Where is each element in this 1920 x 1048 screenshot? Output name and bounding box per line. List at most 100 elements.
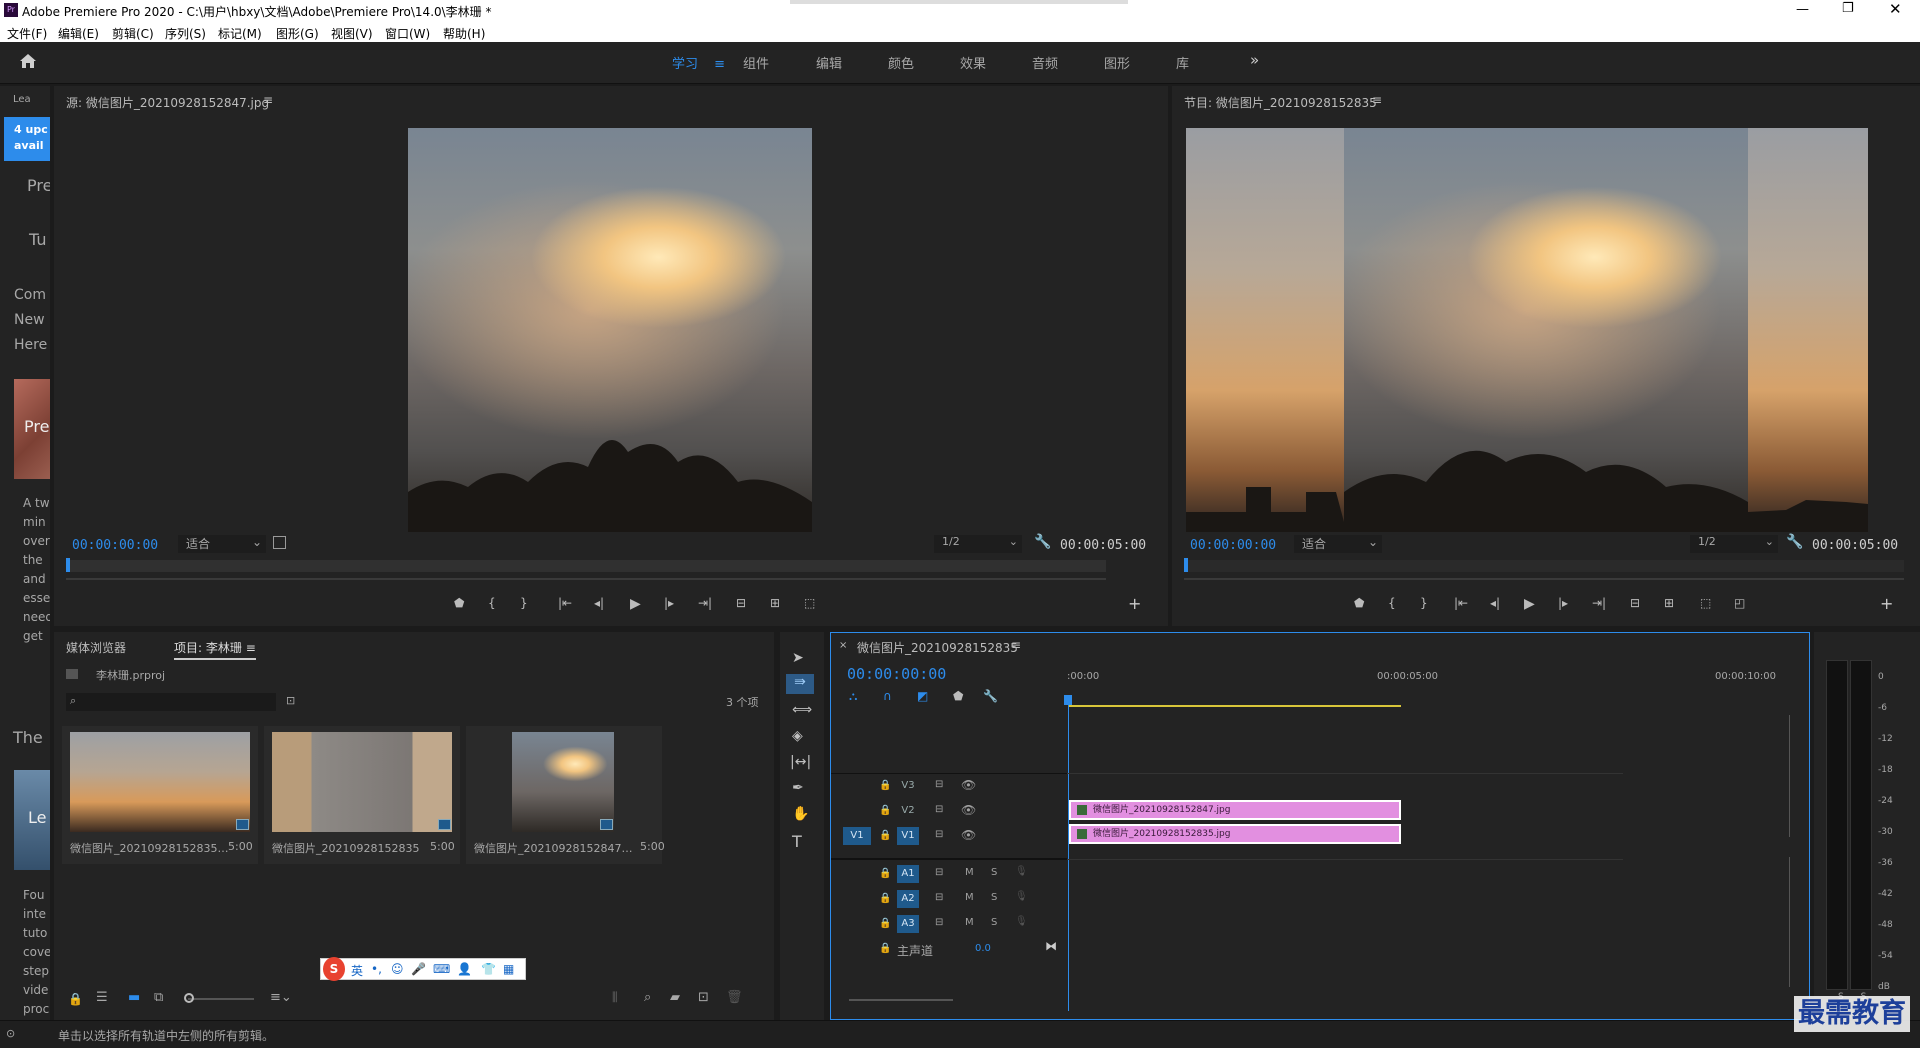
freeform-view-button[interactable]: ⧉ [154,990,163,1005]
microphone-icon[interactable]: 🎙 [1015,866,1028,877]
track-target-a3[interactable]: A3 [897,915,919,933]
menu-window[interactable]: 窗口(W) [385,25,430,42]
tab-learn[interactable]: 学习 ≡ [672,53,725,72]
solo-button[interactable]: S [991,917,997,928]
solo-button[interactable]: S [991,867,997,878]
overwrite-button[interactable]: ⊞ [770,596,780,610]
ime-emoji[interactable]: ☺ [391,962,404,976]
timeline-clip-v1[interactable]: 微信图片_20210928152835.jpg [1069,824,1401,844]
wrench-icon[interactable]: 🔧 [983,689,998,703]
clear-button[interactable]: 🗑 [726,990,743,1005]
sync-lock-icon[interactable]: ⊟ [935,829,943,840]
add-button[interactable]: + [1128,594,1141,613]
playhead-line[interactable] [1068,695,1069,1011]
sync-lock-icon[interactable]: ⊟ [935,917,943,928]
program-ratio-dropdown[interactable]: 1/2 ⌄ [1690,535,1778,553]
playhead-icon[interactable] [1064,695,1072,705]
learn-tab[interactable]: Lea [13,94,31,105]
microphone-icon[interactable]: 🎙 [1015,891,1028,902]
selection-tool-icon[interactable]: ➤ [792,650,804,666]
menu-marker[interactable]: 标记(M) [218,25,262,42]
lock-icon[interactable]: 🔒 [68,992,83,1006]
sync-lock-icon[interactable]: ⊟ [935,804,943,815]
snap-icon[interactable]: ∩ [883,689,892,703]
sync-lock-icon[interactable]: ⊟ [935,892,943,903]
ime-lang[interactable]: 英 [351,962,363,979]
compare-view-button[interactable]: ◰ [1734,596,1745,610]
project-item[interactable]: 微信图片_20210928152835… 5:00 [62,726,258,864]
panel-menu-icon[interactable]: ≡ [1372,93,1382,107]
master-volume[interactable]: 0.0 [975,943,991,954]
timeline-timecode[interactable]: 00:00:00:00 [847,665,946,683]
timeline-title[interactable]: 微信图片_20210928152835 [857,639,1018,656]
zoom-slider[interactable] [184,993,254,1003]
lock-icon[interactable]: 🔒 [879,893,891,904]
go-to-out-button[interactable]: ⇥| [698,596,712,610]
camera-icon[interactable]: ⬚ [1700,596,1711,610]
program-timecode[interactable]: 00:00:00:00 [1190,538,1276,553]
tab-audio[interactable]: 音频 [1032,53,1058,72]
maximize-button[interactable]: ❐ [1842,1,1854,16]
go-to-out-button[interactable]: ⇥| [1592,596,1606,610]
step-forward-button[interactable]: |▸ [1558,596,1568,610]
go-to-in-button[interactable]: |⇤ [558,596,572,610]
step-forward-button[interactable]: |▸ [664,596,674,610]
vertical-scrollbar-video[interactable] [1789,715,1790,837]
razor-tool-icon[interactable]: ◈ [792,728,803,744]
add-button[interactable]: + [1880,594,1893,613]
add-marker-button[interactable]: ⬟ [1354,596,1364,610]
program-fit-dropdown[interactable]: 适合 ⌄ [1294,535,1382,553]
play-button[interactable]: ▶ [1524,596,1535,612]
project-item[interactable]: 微信图片_20210928152835 5:00 [264,726,460,864]
new-item-button[interactable]: ⊡ [698,990,709,1005]
microphone-icon[interactable]: 🎙 [1015,916,1028,927]
eye-icon[interactable]: 👁 [961,778,976,792]
type-tool-icon[interactable]: T [792,832,802,851]
zoom-scrollbar[interactable] [1184,578,1904,580]
menu-clip[interactable]: 剪辑(C) [112,25,154,42]
menu-file[interactable]: 文件(F) [7,25,47,42]
lock-icon[interactable]: 🔒 [879,805,891,816]
tab-project[interactable]: 项目: 李林珊 ≡ [174,639,256,660]
tab-assembly[interactable]: 组件 [743,53,769,72]
sync-lock-icon[interactable]: ⊟ [935,779,943,790]
track-target-a2[interactable]: A2 [897,890,919,908]
track-select-tool-icon[interactable]: ⇛ [786,674,814,694]
close-button[interactable]: ✕ [1889,0,1902,18]
mark-in-button[interactable]: { [488,596,496,610]
list-view-button[interactable]: ☰ [96,990,108,1005]
wrench-icon[interactable]: 🔧 [1786,534,1803,550]
settings-icon[interactable] [273,536,286,549]
program-monitor-title[interactable]: 节目: 微信图片_20210928152835 [1184,94,1377,111]
play-button[interactable]: ▶ [630,596,641,612]
playhead-icon[interactable] [66,558,70,572]
tab-color[interactable]: 颜色 [888,53,914,72]
lock-icon[interactable]: 🔒 [879,943,891,954]
ime-keyboard[interactable]: ⌨ [433,962,450,976]
mute-button[interactable]: M [965,892,974,903]
track-target-v2[interactable]: V2 [897,802,919,820]
ripple-edit-tool-icon[interactable]: ⟺ [792,702,812,718]
ime-voice[interactable]: 🎤 [411,962,426,976]
insert-button[interactable]: ⊟ [736,596,746,610]
mark-out-button[interactable]: } [1420,596,1428,610]
lock-icon[interactable]: 🔒 [879,780,891,791]
zoom-scrollbar[interactable] [66,578,1106,580]
panel-menu-icon[interactable]: ≡ [263,93,273,107]
timeline-clip-v2[interactable]: 微信图片_20210928152847.jpg [1069,800,1401,820]
go-to-end-icon[interactable]: ⧓ [1045,939,1057,953]
update-badge[interactable]: 4 upc avail [4,117,50,161]
icon-view-button[interactable]: ▬ [128,990,140,1005]
pen-tool-icon[interactable]: ✒ [792,780,804,796]
new-bin-from-search-icon[interactable]: ⊡ [286,694,295,707]
hand-tool-icon[interactable]: ✋ [792,806,809,822]
tutorial-thumbnail[interactable]: Le [14,770,50,870]
tab-libraries[interactable]: 库 [1176,53,1189,72]
source-timecode[interactable]: 00:00:00:00 [72,538,158,553]
timeline-ruler[interactable]: :00:00 00:00:05:00 00:00:10:00 [1067,663,1776,691]
add-marker-button[interactable]: ⬟ [454,596,464,610]
extract-button[interactable]: ⊞ [1664,596,1674,610]
ime-skin[interactable]: 👕 [481,962,496,976]
eye-icon[interactable]: 👁 [961,828,976,842]
menu-view[interactable]: 视图(V) [331,25,373,42]
